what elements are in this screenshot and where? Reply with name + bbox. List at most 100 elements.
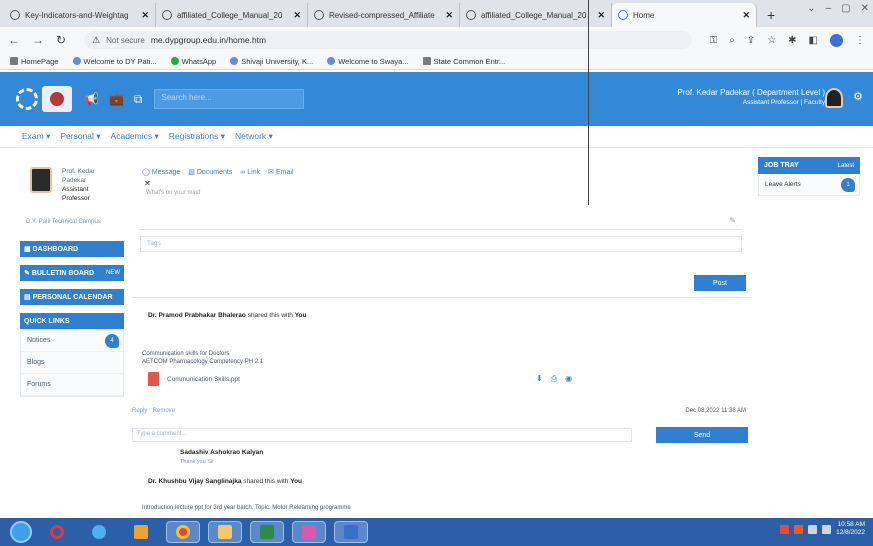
new-tab-button[interactable]: + [767, 7, 775, 23]
tab-documents[interactable]: ▧ Documents [188, 168, 232, 177]
sidepanel-icon[interactable]: ◧ [809, 35, 818, 46]
latest-link[interactable]: Latest [838, 163, 854, 169]
reply-link[interactable]: Reply · Remove [132, 408, 175, 414]
quick-link-forums[interactable]: Forums [21, 374, 123, 396]
browser-tab-2[interactable]: affiliated_College_Manual_20 ✕ [156, 3, 308, 27]
minimize-icon[interactable]: – [826, 3, 832, 14]
commenter-name[interactable]: Sadashiv Ashokrao Kalyan [180, 449, 263, 456]
tags-input[interactable]: Tags [140, 236, 742, 252]
start-button[interactable] [10, 521, 32, 543]
share-icon[interactable]: ⇪ [747, 35, 755, 46]
bookmark-whatsapp[interactable]: WhatsApp [170, 57, 216, 66]
profile-avatar-icon[interactable] [830, 33, 843, 47]
attachment[interactable]: Communication Skills.ppt [148, 372, 240, 386]
sidebar-calendar-button[interactable]: ▤ PERSONAL CALENDAR [20, 289, 124, 305]
composer-textarea[interactable]: ✎ [140, 200, 742, 230]
tab-close-icon[interactable]: ✕ [141, 10, 149, 21]
chrome-icon[interactable] [166, 521, 200, 543]
tab-close-icon[interactable]: ✕ [445, 10, 453, 21]
avatar[interactable] [825, 88, 843, 108]
opera-icon[interactable] [40, 521, 74, 543]
view-eye-icon[interactable]: ◉ [565, 374, 572, 384]
menu-network[interactable]: Network ▾ [235, 131, 273, 142]
menu-exam[interactable]: Exam ▾ [22, 131, 50, 142]
bookmark-star-icon[interactable]: ☆ [767, 35, 776, 46]
browser-tab-home[interactable]: Home ✕ [612, 3, 757, 27]
tab-favicon-icon [466, 10, 476, 20]
quick-links-header: QUICK LINKS [20, 313, 124, 329]
bookmark-swayam[interactable]: Welcome to Swaya... [327, 57, 409, 66]
briefcase-icon[interactable]: 💼 [109, 92, 124, 106]
tab-email[interactable]: ✉ Email [268, 168, 293, 177]
post-author[interactable]: Dr. Khushbu Vijay Sanglinajka [148, 478, 241, 485]
tray-app-icon[interactable] [780, 524, 790, 534]
profile-line[interactable]: Prof. Kedar [62, 167, 95, 176]
menu-academics[interactable]: Academics ▾ [111, 131, 159, 142]
menu-dots-icon[interactable]: ⋮ [855, 35, 865, 46]
extensions-icon[interactable]: ✱ [788, 35, 796, 46]
tray-app-icon[interactable] [794, 524, 804, 534]
comment-input[interactable]: Type a comment... [132, 428, 632, 442]
post-author[interactable]: Dr. Pramod Prabhakar Bhalerao [148, 312, 246, 319]
url-input[interactable]: ⚠ Not secure me.dypgroup.edu.in/home.htm [84, 31, 692, 49]
volume-icon[interactable] [822, 524, 832, 534]
menu-registrations[interactable]: Registrations ▾ [169, 131, 225, 142]
print-icon[interactable]: ⎙ [551, 374, 557, 384]
profile-photo[interactable] [30, 167, 52, 193]
forward-icon[interactable]: → [32, 33, 44, 47]
external-link-icon[interactable]: ⧉ [134, 92, 143, 107]
megaphone-icon[interactable]: 📢 [84, 92, 99, 106]
whatsapp-icon [170, 57, 179, 65]
paint-icon[interactable] [292, 521, 326, 543]
browser-tab-4[interactable]: affiliated_College_Manual_20 ✕ [460, 3, 612, 27]
reload-icon[interactable]: ↻ [56, 33, 66, 47]
tab-close-icon[interactable]: ✕ [293, 10, 301, 21]
main-feed: ◯ Message ▧ Documents ∞ Link ✉ Email ✕ What'… [132, 160, 752, 514]
zoom-icon[interactable]: ⌕ [729, 35, 735, 46]
system-tray: 10:58 AM 12/8/2022 [780, 521, 865, 537]
internet-explorer-icon[interactable] [82, 521, 116, 543]
file-explorer-icon[interactable] [208, 521, 242, 543]
excel-icon[interactable] [250, 521, 284, 543]
window-close-icon[interactable]: ✕ [861, 3, 869, 14]
tab-close-icon[interactable]: ✕ [742, 10, 750, 21]
tab-message[interactable]: ◯ Message [142, 168, 180, 177]
quick-link-notices[interactable]: Notices 4 [21, 330, 123, 352]
email-icon: ✉ [268, 169, 274, 176]
bookmark-shivaji-university[interactable]: Shivaji University, K... [230, 57, 313, 66]
job-tray-leave-alerts[interactable]: Leave Alerts 1 [758, 174, 860, 196]
send-button[interactable]: Send [656, 427, 748, 443]
key-icon[interactable]: ⚿ [710, 35, 718, 46]
post-button[interactable]: Post [694, 275, 746, 291]
tab-search-icon[interactable]: ⌄ [807, 3, 815, 14]
back-icon[interactable]: ← [8, 33, 20, 47]
profile-details: Prof. Kedar Padekar Assistant Professor [62, 167, 95, 203]
download-icon[interactable]: ⬇ [536, 374, 543, 384]
header-user-info[interactable]: Prof. Kedar Padekar ( Department Level )… [677, 88, 825, 106]
close-icon[interactable]: ✕ [144, 179, 151, 188]
bookmarks-bar: HomePage Welcome to DY Pati... WhatsApp … [0, 53, 873, 70]
bookmark-state-cet[interactable]: State Common Entr... [422, 57, 505, 66]
profile-line: Professor [62, 195, 90, 202]
post-body: Introduction lecture ppt for 3rd year ba… [142, 505, 351, 511]
maximize-icon[interactable]: ▢ [841, 3, 850, 14]
comment-text: Thank you Sir [180, 459, 214, 465]
settings-gears-icon[interactable]: ⚙ [853, 90, 863, 103]
security-label: Not secure [106, 35, 145, 45]
network-icon[interactable] [808, 524, 818, 534]
media-player-icon[interactable] [124, 521, 158, 543]
address-bar-actions: ⚿ ⌕ ⇪ ☆ ✱ ◧ ⋮ [710, 33, 865, 47]
bookmark-dy-patil[interactable]: Welcome to DY Pati... [72, 57, 157, 66]
tab-link[interactable]: ∞ Link [240, 168, 260, 176]
word-icon[interactable] [334, 521, 368, 543]
tab-close-icon[interactable]: ✕ [597, 10, 605, 21]
clock[interactable]: 10:58 AM 12/8/2022 [836, 521, 865, 537]
bookmark-homepage[interactable]: HomePage [10, 57, 59, 66]
sidebar-dashboard-button[interactable]: ▦ DASHBOARD [20, 241, 124, 257]
browser-tab-3[interactable]: Revised-compressed_Affiliate ✕ [308, 3, 460, 27]
header-search-input[interactable]: Search here... [154, 89, 305, 109]
quick-link-blogs[interactable]: Blogs [21, 352, 123, 374]
menu-personal[interactable]: Personal ▾ [60, 131, 100, 142]
browser-tab-1[interactable]: Key-Indicators-and-Weightag ✕ [4, 3, 156, 27]
sidebar-bulletin-button[interactable]: ✎ BULLETIN BOARD NEW [20, 265, 124, 281]
